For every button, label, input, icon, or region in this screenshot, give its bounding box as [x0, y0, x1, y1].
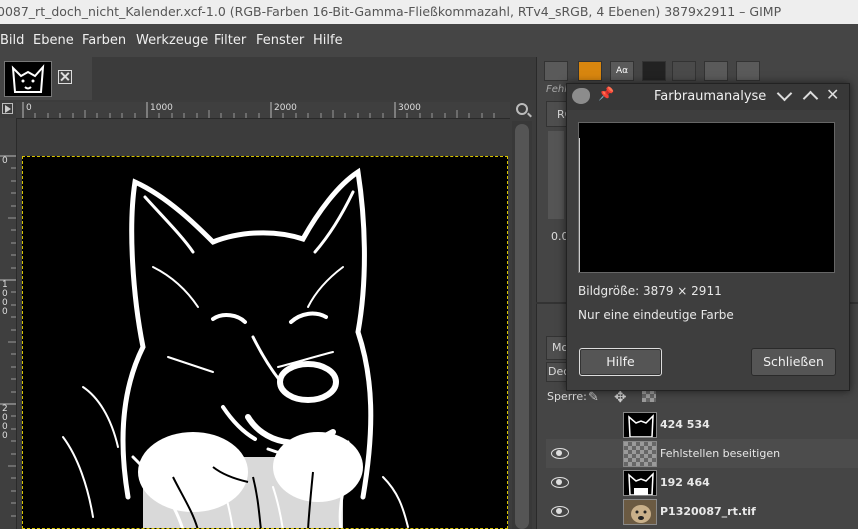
layer-row[interactable]: P1320087_rt.tif — [546, 497, 858, 527]
dog-image — [23, 157, 507, 528]
menu-farben[interactable]: Farben — [82, 33, 126, 48]
dock-tab-display[interactable] — [736, 61, 760, 81]
ruler-v-tick: 2000 — [2, 404, 8, 441]
layer-row[interactable]: 192 464 — [546, 468, 858, 498]
dock-tab-fonts[interactable]: Aα — [610, 61, 634, 81]
menu-bild[interactable]: Bild — [0, 33, 24, 48]
close-icon[interactable]: ✕ — [826, 85, 839, 104]
eye-icon[interactable] — [551, 477, 569, 488]
layer-name[interactable]: Fehlstellen beseitigen — [660, 447, 780, 460]
dialog-title: Farbraumanalyse — [654, 89, 767, 104]
image-tab-bar — [0, 57, 536, 100]
eye-icon[interactable] — [551, 448, 569, 459]
zoom-icon[interactable] — [516, 103, 528, 115]
image-canvas[interactable] — [22, 156, 508, 529]
lock-alpha-icon[interactable] — [642, 390, 656, 402]
layer-thumbnail — [623, 499, 657, 525]
menu-filter[interactable]: Filter — [214, 33, 246, 48]
lock-label: Sperre: — [547, 390, 587, 403]
layer-name[interactable]: P1320087_rt.tif — [660, 505, 756, 518]
window-titlebar: 0087_rt_doch_nicht_Kalender.xcf-1.0 (RGB… — [0, 0, 858, 24]
eye-icon[interactable] — [551, 506, 569, 517]
navigate-menu-icon[interactable] — [2, 103, 13, 114]
image-size-label: Bildgröße: 3879 × 2911 — [578, 284, 722, 298]
menu-hilfe[interactable]: Hilfe — [313, 33, 343, 48]
menu-fenster[interactable]: Fenster — [256, 33, 304, 48]
layer-name[interactable]: 424 534 — [660, 418, 710, 431]
dock-tab-grid[interactable] — [704, 61, 728, 81]
menu-werkzeuge[interactable]: Werkzeuge — [136, 33, 208, 48]
ruler-v-tick: 0 — [2, 156, 8, 166]
unique-colors-label: Nur eine eindeutige Farbe — [578, 308, 734, 322]
dock-tab-histogram[interactable] — [672, 61, 696, 81]
layer-thumbnail — [623, 470, 657, 496]
color-cube-line — [579, 138, 580, 272]
menu-ebene[interactable]: Ebene — [33, 33, 74, 48]
ruler-v-tick: 1000 — [2, 280, 8, 317]
image-tab-thumbnail — [4, 61, 52, 97]
gimp-logo-icon — [572, 88, 590, 104]
window-title: 0087_rt_doch_nicht_Kalender.xcf-1.0 (RGB… — [0, 4, 782, 19]
pin-icon[interactable]: 📌 — [598, 87, 614, 102]
dock-tab-colors[interactable] — [578, 61, 602, 81]
dock-tab-pointer[interactable] — [544, 61, 568, 81]
scrollbar-thumb[interactable] — [515, 124, 529, 529]
help-button[interactable]: Hilfe — [579, 348, 662, 376]
menu-bar: Bild Ebene Farben Werkzeuge Filter Fenst… — [0, 24, 858, 57]
dock-tab-images[interactable] — [642, 61, 666, 81]
layer-thumbnail — [623, 441, 657, 467]
close-button[interactable]: Schließen — [751, 348, 836, 376]
layer-thumbnail — [623, 412, 657, 438]
dock-panel-label: Fehl — [546, 84, 568, 95]
lock-paint-icon[interactable]: ✎ — [588, 390, 599, 405]
color-cube-view — [578, 122, 835, 273]
horizontal-ruler[interactable]: 0 1000 2000 3000 — [16, 102, 510, 119]
vertical-ruler[interactable]: 0 1000 2000 — [0, 118, 17, 529]
layer-name[interactable]: 192 464 — [660, 476, 710, 489]
layer-row[interactable]: 424 534 — [546, 410, 858, 440]
histogram-preview — [548, 131, 564, 219]
close-tab-icon[interactable] — [58, 70, 72, 84]
image-tab[interactable] — [0, 57, 92, 100]
layer-row[interactable]: Fehlstellen beseitigen — [546, 439, 858, 469]
